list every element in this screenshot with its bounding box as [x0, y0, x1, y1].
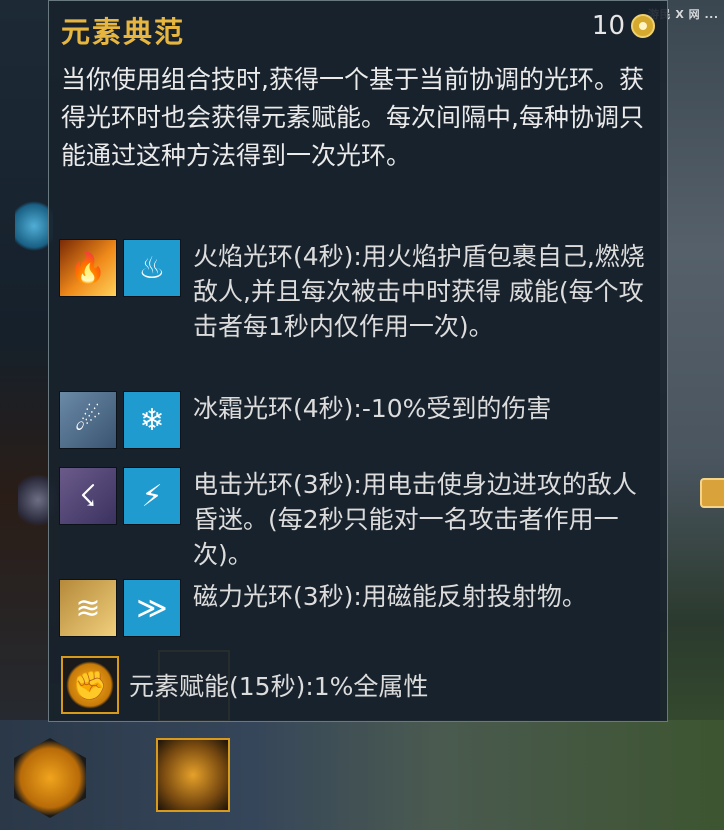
lightning-field-icon: ☇ [59, 467, 117, 525]
ice-field-icon: ☄ [59, 391, 117, 449]
trait-description: 当你使用组合技时,获得一个基于当前协调的光环。获得光环时也会获得元素赋能。每次间… [61, 65, 644, 170]
shock-aura-text: 电击光环(3秒):用电击使身边进攻的敌人昏迷。(每2秒只能对一名攻击者作用一次)… [193, 470, 637, 569]
coin-icon [631, 14, 655, 38]
fire-aura-text: 火焰光环(4秒):用火焰护盾包裹自己,燃烧敌人,并且每次被击中时获得 威能(每个… [193, 242, 645, 341]
water-attunement-icon: ❄ [123, 391, 181, 449]
map-marker-icon[interactable] [700, 478, 724, 508]
aura-row-frost: ☄ ❄ 冰霜光环(4秒):-10%受到的伤害 [59, 391, 659, 449]
cost-value: 10 [591, 11, 625, 41]
profession-skill-icon[interactable] [156, 738, 230, 812]
earth-attunement-icon: ≫ [123, 579, 181, 637]
aura-row-fire: 🔥 ♨ 火焰光环(4秒):用火焰护盾包裹自己,燃烧敌人,并且每次被击中时获得 威… [59, 239, 659, 344]
empowerment-icon: ✊ [61, 656, 119, 714]
fire-field-icon: 🔥 [59, 239, 117, 297]
background-map-area [660, 0, 724, 830]
magnetic-aura-text: 磁力光环(3秒):用磁能反射投射物。 [193, 582, 587, 611]
aura-row-shock: ☇ ⚡ 电击光环(3秒):用电击使身边进攻的敌人昏迷。(每2秒只能对一名攻击者作… [59, 467, 659, 572]
air-attunement-icon: ⚡ [123, 467, 181, 525]
trait-tooltip: 元素典范 10 当你使用组合技时,获得一个基于当前协调的光环。获得光环时也会获得… [48, 0, 668, 722]
background-bottom-bar [0, 720, 724, 830]
empower-text: 元素赋能(15秒):1%全属性 [129, 672, 429, 701]
empower-row: ✊ 元素赋能(15秒):1%全属性 [61, 656, 428, 714]
aura-row-magnetic: ≋ ≫ 磁力光环(3秒):用磁能反射投射物。 [59, 579, 659, 637]
frost-aura-text: 冰霜光环(4秒):-10%受到的伤害 [193, 394, 552, 423]
fire-attunement-icon: ♨ [123, 239, 181, 297]
trait-title: 元素典范 [61, 15, 186, 49]
sand-field-icon: ≋ [59, 579, 117, 637]
trait-cost: 10 [592, 11, 655, 41]
